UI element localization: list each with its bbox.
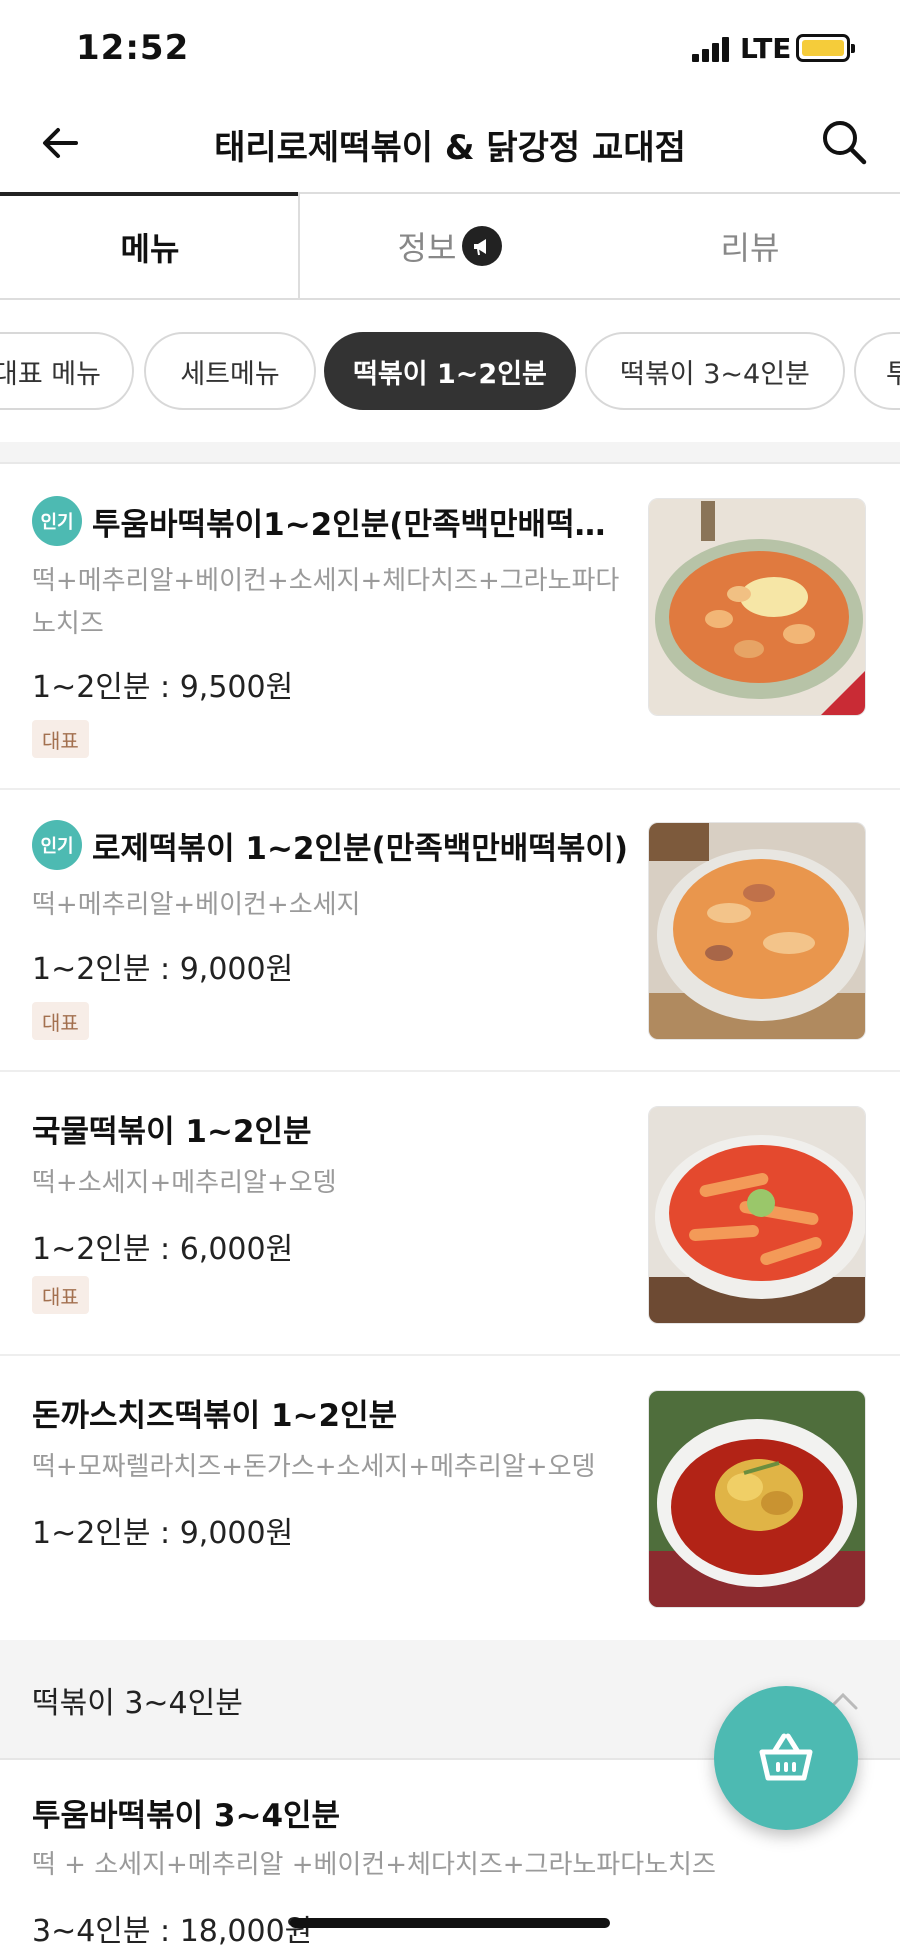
item-description: 떡+모짜렐라치즈+돈가스+소세지+메추리알+오뎅 bbox=[32, 1452, 596, 1482]
chip-representative-menu[interactable]: 대표 메뉴 bbox=[0, 332, 134, 410]
chip-label: 대표 메뉴 bbox=[0, 358, 101, 390]
menu-item[interactable]: 국물떡볶이 1~2인분 떡+소세지+메추리알+오뎅 1~2인분 : 6,000원… bbox=[0, 1072, 900, 1356]
arrow-left-icon bbox=[43, 128, 78, 158]
chip-label: 세트메뉴 bbox=[180, 358, 280, 390]
category-chips: 대표 메뉴 세트메뉴 떡볶이 1~2인분 떡볶이 3~4인분 투 bbox=[0, 332, 900, 410]
chip-tteokbokki-3-4[interactable]: 떡볶이 3~4인분 bbox=[585, 332, 845, 410]
back-button[interactable] bbox=[36, 118, 86, 168]
item-price: 1~2인분 : 6,000원 bbox=[32, 1232, 294, 1267]
representative-tag: 대표 bbox=[32, 1276, 89, 1314]
item-description: 떡+메추리알+베이컨+소세지 bbox=[32, 890, 361, 920]
item-name: 로제떡볶이 1~2인분(만족백만배떡볶이) bbox=[92, 830, 629, 867]
item-name: 투움바떡볶이 3~4인분 bbox=[32, 1798, 341, 1834]
signal-icon bbox=[692, 36, 732, 62]
basket-icon bbox=[759, 1733, 813, 1781]
divider bbox=[0, 442, 900, 464]
tab-info-label: 정보 bbox=[397, 229, 457, 267]
food-image bbox=[648, 498, 866, 716]
item-price: 1~2인분 : 9,000원 bbox=[32, 1516, 294, 1551]
item-name: 투움바떡볶이1~2인분(만족백만배떡… bbox=[92, 506, 606, 543]
item-price: 1~2인분 : 9,500원 bbox=[32, 670, 294, 705]
item-description: 떡+메추리알+베이컨+소세지+체다치즈+그라노파다노치즈 bbox=[32, 566, 620, 639]
menu-item[interactable]: 돈까스치즈떡볶이 1~2인분 떡+모짜렐라치즈+돈가스+소세지+메추리알+오뎅 … bbox=[0, 1356, 900, 1640]
item-price: 1~2인분 : 9,000원 bbox=[32, 952, 294, 987]
item-description: 떡 + 소세지+메추리알 +베이컨+체다치즈+그라노파다노치즈 bbox=[32, 1850, 716, 1880]
item-price: 3~4인분 : 18,000원 bbox=[32, 1914, 313, 1948]
megaphone-icon bbox=[462, 226, 503, 266]
item-description: 떡+소세지+메추리알+오뎅 bbox=[32, 1168, 337, 1198]
status-bar: 12:52 LTE bbox=[0, 0, 900, 100]
search-button[interactable] bbox=[818, 116, 870, 168]
popular-badge: 인기 bbox=[32, 496, 82, 546]
chip-label: 떡볶이 1~2인분 bbox=[353, 358, 547, 390]
tab-review[interactable]: 리뷰 bbox=[600, 192, 900, 298]
popular-badge: 인기 bbox=[32, 820, 82, 870]
cart-button[interactable] bbox=[714, 1686, 858, 1830]
tab-bar: 메뉴 정보 리뷰 bbox=[0, 192, 900, 300]
food-image bbox=[648, 822, 866, 1040]
tab-info[interactable]: 정보 bbox=[298, 192, 600, 298]
battery-icon bbox=[796, 34, 855, 62]
chip-next[interactable]: 투 bbox=[854, 332, 900, 410]
status-time: 12:52 bbox=[76, 28, 190, 68]
header: 태리로제떡볶이 & 닭강정 교대점 bbox=[0, 100, 900, 192]
section-title: 떡볶이 3~4인분 bbox=[32, 1686, 243, 1721]
chip-label: 투 bbox=[886, 358, 900, 390]
tab-review-label: 리뷰 bbox=[720, 229, 780, 267]
food-image bbox=[648, 1106, 866, 1324]
item-name: 돈까스치즈떡볶이 1~2인분 bbox=[32, 1398, 398, 1434]
menu-item[interactable]: 인기 투움바떡볶이1~2인분(만족백만배떡… 떡+메추리알+베이컨+소세지+체다… bbox=[0, 466, 900, 790]
chip-label: 떡볶이 3~4인분 bbox=[620, 358, 810, 390]
chip-tteokbokki-1-2[interactable]: 떡볶이 1~2인분 bbox=[324, 332, 576, 410]
tab-menu[interactable]: 메뉴 bbox=[0, 192, 300, 298]
menu-item[interactable]: 인기 로제떡볶이 1~2인분(만족백만배떡볶이) 떡+메추리알+베이컨+소세지 … bbox=[0, 790, 900, 1072]
item-name: 국물떡볶이 1~2인분 bbox=[32, 1114, 312, 1150]
network-label: LTE bbox=[740, 32, 792, 65]
search-icon bbox=[823, 121, 867, 165]
representative-tag: 대표 bbox=[32, 720, 89, 758]
home-indicator[interactable] bbox=[290, 1918, 610, 1928]
page-title: 태리로제떡볶이 & 닭강정 교대점 bbox=[214, 128, 686, 168]
food-image bbox=[648, 1390, 866, 1608]
representative-tag: 대표 bbox=[32, 1002, 89, 1040]
tab-menu-label: 메뉴 bbox=[120, 230, 180, 268]
chip-set-menu[interactable]: 세트메뉴 bbox=[144, 332, 316, 410]
